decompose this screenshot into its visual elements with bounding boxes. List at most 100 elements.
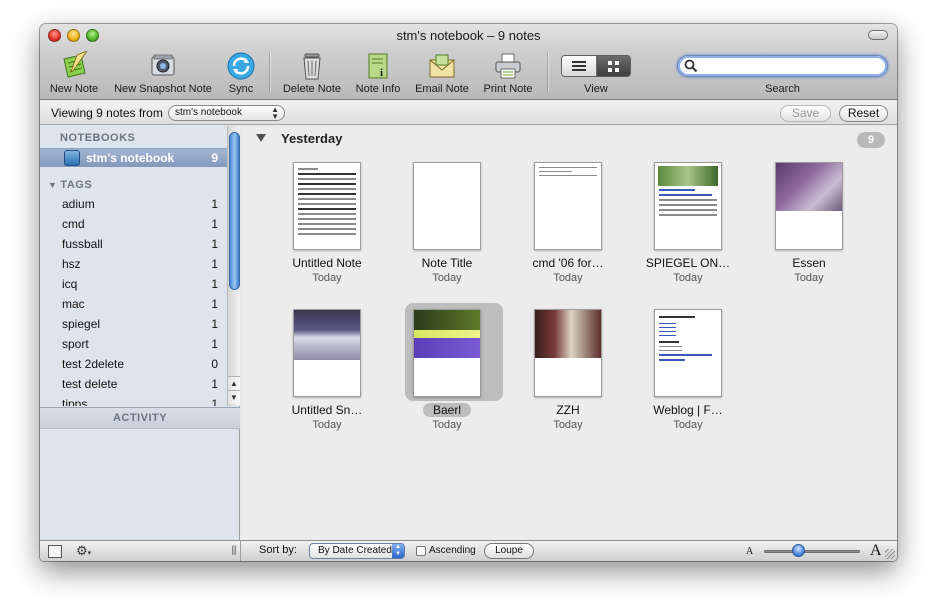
toolbar-separator (547, 52, 548, 92)
sync-button[interactable]: Sync (220, 50, 262, 95)
new-note-button[interactable]: New Note (46, 50, 102, 95)
note-item[interactable]: cmd '06 for… Today (518, 162, 618, 292)
note-title: Note Title (421, 256, 473, 270)
email-note-button[interactable]: Email Note (410, 50, 474, 95)
thumbnail-size-large-icon: A (870, 542, 882, 559)
note-title: Untitled Note (292, 256, 362, 270)
note-date: Today (312, 272, 342, 284)
tag-item[interactable]: test delete 1 (40, 374, 227, 394)
section-count-badge: 9 (857, 132, 885, 148)
evernote-window: stm's notebook – 9 notes New Note New Sn… (40, 24, 897, 561)
note-item[interactable]: Untitled Sn… Today (277, 309, 377, 439)
sidebar-scrollbar[interactable]: ▲ ▼ (227, 126, 240, 406)
note-thumbnail (413, 309, 481, 397)
tag-item[interactable]: fussball 1 (40, 234, 227, 254)
save-button[interactable]: Save (780, 105, 831, 122)
tag-item[interactable]: cmd 1 (40, 214, 227, 234)
trash-icon (296, 50, 328, 82)
note-thumbnail (293, 162, 361, 250)
splitter-grip-icon[interactable]: ||| (231, 545, 237, 556)
note-item[interactable]: ZZH Today (518, 309, 618, 439)
note-info-button[interactable]: i Note Info (350, 50, 406, 95)
notebook-select[interactable]: stm's notebook ▲ ▼ (168, 105, 285, 121)
search-input[interactable] (677, 55, 888, 77)
thumbnail-size-slider[interactable] (764, 550, 860, 553)
notebooks-header: NOTEBOOKS (60, 132, 136, 144)
note-thumbnail (775, 162, 843, 250)
note-date: Today (553, 419, 583, 431)
tags-header[interactable]: ▼ TAGS (48, 179, 92, 191)
note-title: Weblog | F… (653, 403, 723, 417)
note-title: cmd '06 for… (532, 256, 604, 270)
note-item[interactable]: Untitled Note Today (277, 162, 377, 292)
toolbar-toggle-button[interactable] (868, 30, 888, 40)
note-date: Today (432, 419, 462, 431)
tag-item[interactable]: tipps 1 (40, 394, 227, 406)
thumbnail-view-button[interactable] (596, 56, 630, 76)
new-note-icon (58, 50, 90, 82)
sync-icon (225, 50, 257, 82)
note-thumbnail (654, 162, 722, 250)
activity-header[interactable]: ACTIVITY (40, 407, 240, 429)
sort-bar: Sort by: By Date Created ▲ ▼ Ascending Lo… (241, 540, 897, 561)
notebook-name: stm's notebook (86, 151, 175, 165)
sort-select[interactable]: By Date Created ▲ ▼ (309, 543, 405, 559)
printer-icon (492, 50, 524, 82)
note-title: Untitled Sn… (291, 403, 363, 417)
window-title: stm's notebook – 9 notes (396, 28, 541, 43)
note-thumbnail (654, 309, 722, 397)
svg-text:i: i (380, 67, 383, 79)
tag-item[interactable]: mac 1 (40, 294, 227, 314)
new-notebook-icon[interactable] (48, 545, 62, 558)
note-title: SPIEGEL ON… (645, 256, 731, 270)
print-note-button[interactable]: Print Note (478, 50, 538, 95)
list-view-button[interactable] (562, 56, 597, 76)
note-item[interactable]: Note Title Today (397, 162, 497, 292)
list-icon (571, 61, 586, 71)
grid-icon (607, 60, 619, 72)
scrollbar-thumb[interactable] (229, 132, 240, 290)
loupe-button[interactable]: Loupe (484, 543, 534, 559)
sort-select-value: By Date Created (318, 545, 392, 556)
disclosure-triangle-icon: ▼ (48, 180, 58, 190)
scroll-up-arrow-icon[interactable]: ▲ (228, 376, 240, 390)
note-thumbnail (534, 162, 602, 250)
ascending-checkbox[interactable] (416, 546, 426, 556)
note-title: ZZH (556, 403, 580, 417)
delete-note-button[interactable]: Delete Note (280, 50, 344, 95)
search-icon (684, 59, 698, 73)
note-date: Today (673, 272, 703, 284)
tag-item[interactable]: icq 1 (40, 274, 227, 294)
toolbar-separator (269, 52, 270, 92)
sidebar-item-notebook[interactable]: stm's notebook 9 (40, 148, 227, 167)
new-snapshot-note-button[interactable]: New Snapshot Note (110, 50, 216, 95)
tag-item[interactable]: test 2delete 0 (40, 354, 227, 374)
gear-icon[interactable]: ⚙▾ (76, 543, 91, 559)
slider-knob[interactable] (791, 544, 805, 557)
tag-item[interactable]: spiegel 1 (40, 314, 227, 334)
scroll-down-arrow-icon[interactable]: ▼ (228, 390, 240, 404)
thumbnail-size-small-icon: A (746, 546, 754, 557)
updown-arrows-icon: ▲ ▼ (271, 105, 279, 121)
note-item[interactable]: Essen Today (759, 162, 859, 292)
tag-item[interactable]: sport 1 (40, 334, 227, 354)
note-thumbnail (534, 309, 602, 397)
tag-item[interactable]: adium 1 (40, 194, 227, 214)
notebook-select-value: stm's notebook (175, 107, 242, 118)
notebook-icon (64, 150, 80, 166)
note-thumbnail (413, 162, 481, 250)
note-item-selected[interactable]: Baerl Today (397, 303, 503, 439)
note-item[interactable]: Weblog | F… Today (638, 309, 738, 439)
sidebar: NOTEBOOKS stm's notebook 9 ▼ TAGS adium 1 … (40, 126, 240, 540)
reset-button[interactable]: Reset (839, 105, 888, 122)
view-toggle[interactable] (561, 55, 631, 77)
envelope-icon (426, 50, 458, 82)
sidebar-bottom-bar: ⚙▾ ||| (40, 540, 241, 561)
note-date: Today (794, 272, 824, 284)
tag-item[interactable]: hsz 1 (40, 254, 227, 274)
note-title: Essen (792, 256, 826, 270)
note-item[interactable]: SPIEGEL ON… Today (638, 162, 738, 292)
info-icon: i (362, 50, 394, 82)
resize-grip-icon[interactable] (885, 549, 895, 559)
disclosure-triangle-icon[interactable] (256, 134, 266, 142)
